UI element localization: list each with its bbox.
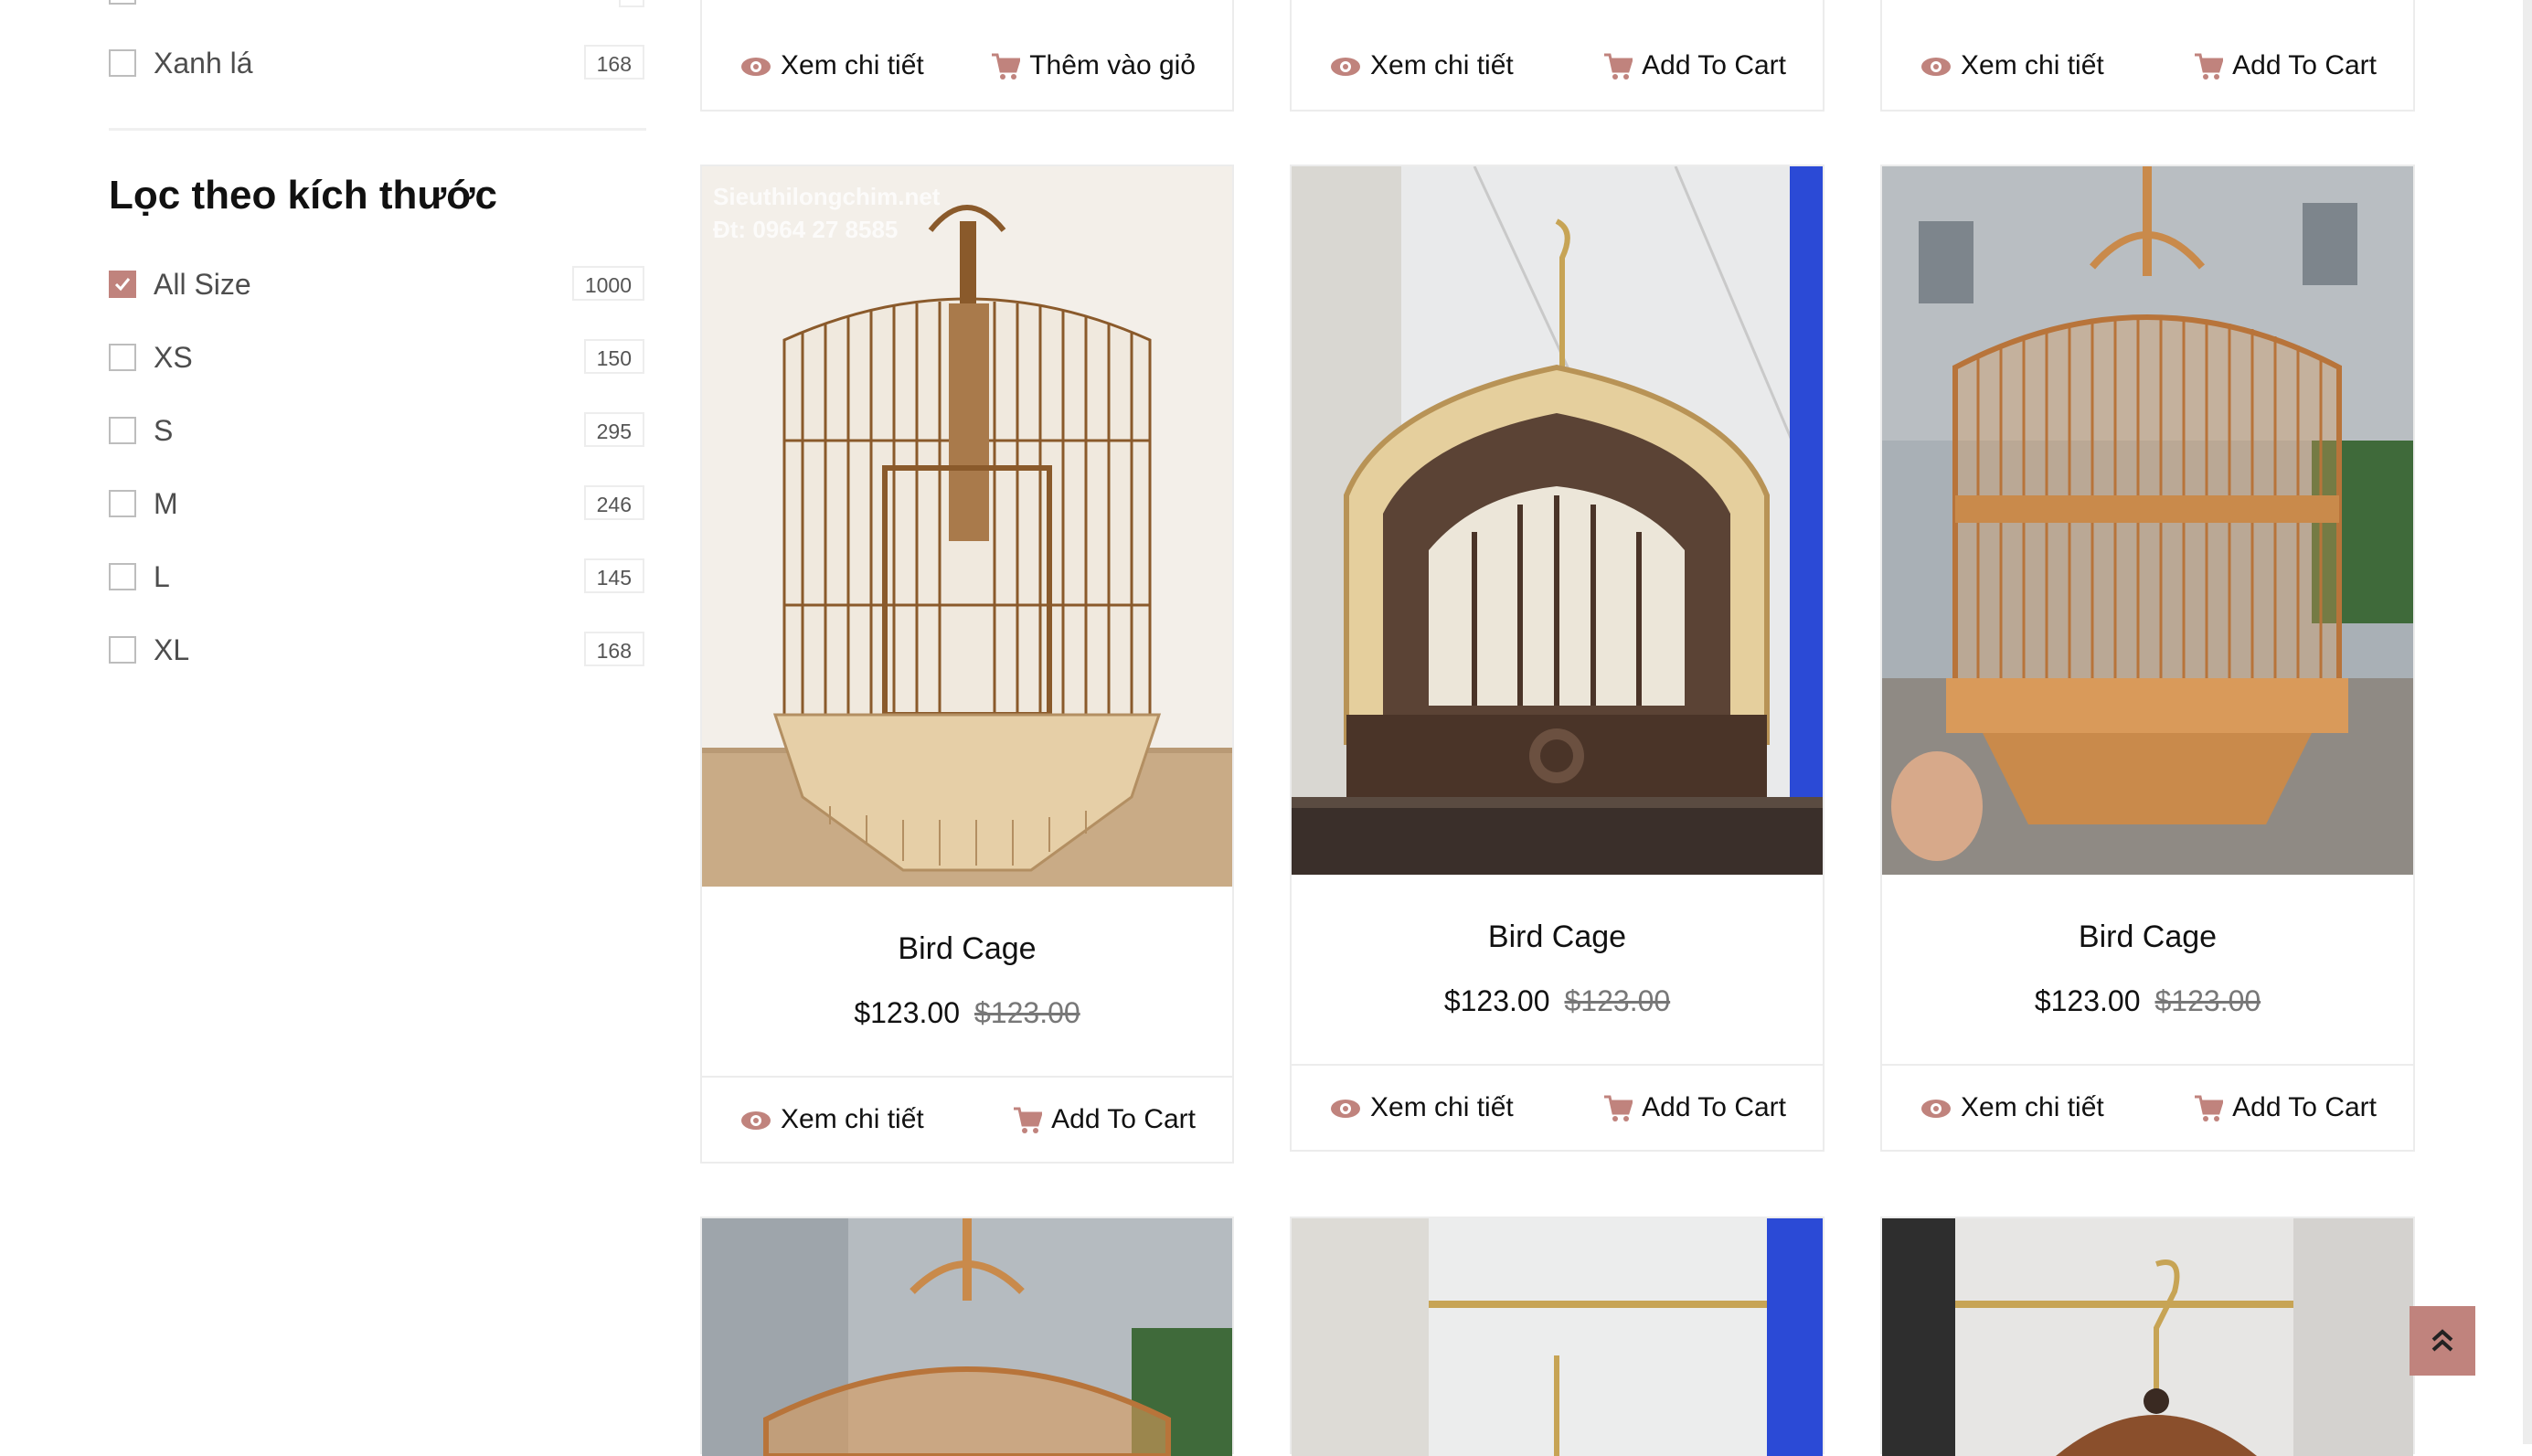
checkbox-checked[interactable]	[109, 271, 136, 298]
filter-label: L	[154, 560, 170, 593]
scrollbar-track[interactable]	[2523, 0, 2532, 1444]
watermark-line: Đt: 0964 27 8585	[713, 216, 898, 243]
checkbox[interactable]	[109, 490, 136, 517]
view-details-button[interactable]: Xem chi tiết	[1330, 1066, 1514, 1150]
current-price: $123.00	[1443, 984, 1550, 1017]
cart-icon	[1603, 53, 1633, 80]
product-price: $123.00 $123.00	[702, 994, 1232, 1037]
checkbox[interactable]	[109, 563, 136, 590]
filter-count: 150	[583, 339, 644, 374]
filter-label: S	[154, 414, 174, 447]
product-card-actions: Xem chi tiết Add To Cart	[1882, 1064, 2413, 1150]
size-filter-title: Lọc theo kích thước	[109, 173, 497, 218]
filter-label: All Size	[154, 268, 251, 301]
product-name[interactable]: Bird Cage	[702, 930, 1232, 967]
add-to-cart-button[interactable]: Thêm vào giỏ	[991, 24, 1196, 108]
filter-count	[619, 0, 644, 7]
size-filter-item-xl[interactable]: XL 168	[109, 632, 644, 668]
checkbox[interactable]	[109, 0, 136, 5]
size-filter-item-xs[interactable]: XS 150	[109, 339, 644, 376]
product-price: $123.00 $123.00	[1292, 983, 1823, 1026]
product-card-actions: Xem chi tiết Add To Cart	[1292, 1064, 1823, 1150]
eye-icon	[1920, 57, 1952, 77]
size-filter-item-l[interactable]: L 145	[109, 558, 644, 595]
product-card: Bird Cage $123.00 $123.00 Xem chi tiết Ad…	[1290, 165, 1825, 1152]
product-image[interactable]	[702, 1218, 1232, 1456]
product-card	[1290, 1217, 1825, 1456]
scroll-to-top-button[interactable]	[2410, 1306, 2475, 1376]
size-filter-item-s[interactable]: S 295	[109, 412, 644, 449]
filter-count: 246	[583, 485, 644, 520]
filter-count: 168	[583, 632, 644, 666]
filter-count: 145	[583, 558, 644, 593]
cart-icon	[1603, 1095, 1633, 1122]
product-image[interactable]	[1292, 166, 1823, 875]
add-to-cart-button[interactable]: Add To Cart	[2194, 1066, 2377, 1150]
watermark-line: Sieuthilongchim.net	[713, 183, 941, 210]
product-image[interactable]	[1882, 1218, 2413, 1456]
checkbox[interactable]	[109, 49, 136, 77]
product-card: Sieuthilongchim.net Đt: 0964 27 8585 Bir…	[700, 165, 1234, 1164]
add-to-cart-button[interactable]: Add To Cart	[1603, 1066, 1786, 1150]
product-card-actions: Xem chi tiết Thêm vào giỏ	[700, 0, 1234, 112]
product-image[interactable]: Sieuthilongchim.net Đt: 0964 27 8585	[702, 166, 1232, 887]
double-chevron-up-icon	[2431, 1329, 2453, 1352]
divider	[109, 128, 646, 131]
view-details-button[interactable]: Xem chi tiết	[740, 24, 924, 108]
color-filter-item-partial[interactable]	[109, 0, 644, 9]
product-image[interactable]	[1882, 166, 2413, 875]
view-details-button[interactable]: Xem chi tiết	[1920, 1066, 2104, 1150]
filter-label: XL	[154, 633, 190, 666]
sidebar-filters: Xanh lá 168 Lọc theo kích thước All Size…	[0, 0, 658, 1444]
size-filter-item-all[interactable]: All Size 1000	[109, 266, 644, 303]
size-filter-item-m[interactable]: M 246	[109, 485, 644, 522]
product-card-actions: Xem chi tiết Add To Cart	[702, 1076, 1232, 1162]
cart-icon	[2194, 1095, 2224, 1122]
add-to-cart-button[interactable]: Add To Cart	[1013, 1078, 1196, 1162]
product-card: Bird Cage $123.00 $123.00 Xem chi tiết Ad…	[1880, 165, 2415, 1152]
eye-icon	[1330, 57, 1361, 77]
filter-count: 168	[583, 45, 644, 80]
color-filter-item-xanh-la[interactable]: Xanh lá 168	[109, 45, 644, 81]
filter-label: M	[154, 487, 178, 520]
checkbox[interactable]	[109, 344, 136, 371]
current-price: $123.00	[2034, 984, 2141, 1017]
cart-icon	[2194, 53, 2224, 80]
cart-icon	[991, 53, 1021, 80]
add-to-cart-button[interactable]: Add To Cart	[1603, 24, 1786, 108]
old-price: $123.00	[1564, 984, 1671, 1017]
old-price: $123.00	[974, 996, 1080, 1029]
eye-icon	[740, 57, 771, 77]
product-name[interactable]: Bird Cage	[1882, 919, 2413, 955]
checkbox[interactable]	[109, 636, 136, 664]
cart-icon	[1013, 1107, 1043, 1134]
old-price: $123.00	[2154, 984, 2261, 1017]
eye-icon	[1330, 1099, 1361, 1119]
product-image[interactable]	[1292, 1218, 1823, 1456]
filter-count: 1000	[571, 266, 644, 301]
view-details-button[interactable]: Xem chi tiết	[1920, 24, 2104, 108]
current-price: $123.00	[854, 996, 960, 1029]
filter-count: 295	[583, 412, 644, 447]
check-icon	[114, 278, 131, 292]
product-card-actions: Xem chi tiết Add To Cart	[1880, 0, 2415, 112]
filter-label: XS	[154, 341, 193, 374]
filter-label: Xanh lá	[154, 47, 253, 80]
eye-icon	[740, 1111, 771, 1131]
view-details-button[interactable]: Xem chi tiết	[1330, 24, 1514, 108]
product-card-actions: Xem chi tiết Add To Cart	[1290, 0, 1825, 112]
product-card	[1880, 1217, 2415, 1456]
checkbox[interactable]	[109, 417, 136, 444]
product-price: $123.00 $123.00	[1882, 983, 2413, 1026]
product-card	[700, 1217, 1234, 1456]
eye-icon	[1920, 1099, 1952, 1119]
product-name[interactable]: Bird Cage	[1292, 919, 1823, 955]
add-to-cart-button[interactable]: Add To Cart	[2194, 24, 2377, 108]
view-details-button[interactable]: Xem chi tiết	[740, 1078, 924, 1162]
